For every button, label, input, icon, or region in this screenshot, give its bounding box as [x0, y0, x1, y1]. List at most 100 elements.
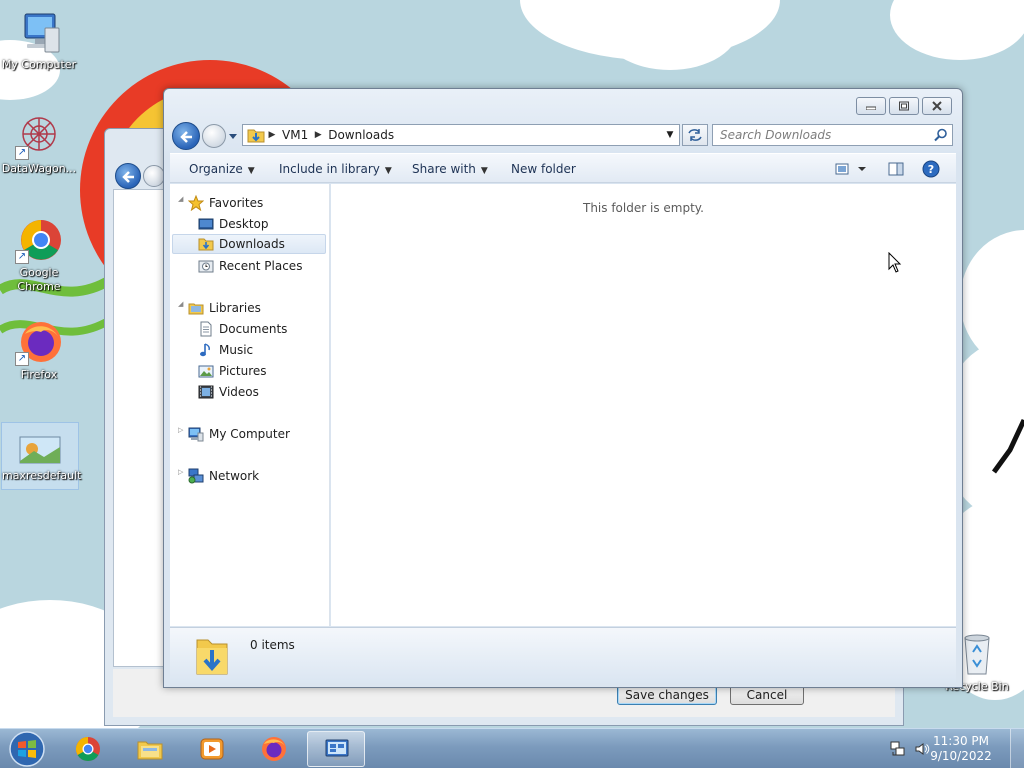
forward-icon[interactable] — [143, 165, 165, 187]
organize-menu[interactable]: Organize ▼ — [189, 154, 255, 184]
nav-pictures[interactable]: Pictures — [198, 361, 326, 381]
datawagon-icon: ↗ — [15, 112, 63, 160]
empty-folder-message: This folder is empty. — [583, 201, 704, 215]
help-button[interactable]: ? — [922, 160, 942, 178]
breadcrumb-separator-icon[interactable]: ▶ — [265, 130, 279, 140]
nav-favorites-label: Favorites — [209, 196, 264, 210]
nav-recent-places[interactable]: Recent Places — [198, 256, 326, 276]
navigation-pane[interactable]: ◢ Favorites Desktop Downloads Recent Pla… — [170, 184, 330, 626]
nav-music[interactable]: Music — [198, 340, 326, 360]
nav-network[interactable]: Network — [188, 466, 344, 486]
show-desktop-button[interactable] — [1010, 729, 1024, 768]
back-button[interactable] — [172, 122, 200, 150]
nav-recent-places-label: Recent Places — [219, 259, 303, 273]
star-icon — [188, 195, 204, 211]
nav-libraries[interactable]: Libraries — [188, 298, 344, 318]
firefox-icon: ↗ — [15, 318, 63, 366]
clock-time: 11:30 PM — [933, 734, 989, 748]
remote-desktop-icon — [325, 739, 349, 760]
file-list-pane[interactable]: This folder is empty. — [331, 184, 956, 626]
back-icon[interactable] — [115, 163, 141, 189]
restore-icon — [899, 101, 909, 111]
new-folder-button[interactable]: New folder — [511, 154, 576, 184]
preview-pane-icon — [888, 162, 904, 176]
shortcut-arrow-icon: ↗ — [15, 352, 29, 366]
desktop-icon-google-chrome[interactable]: ↗ Google Chrome — [0, 216, 78, 294]
system-tray: 11:30 PM 9/10/2022 — [874, 729, 1024, 768]
svg-text:?: ? — [928, 163, 934, 176]
expand-triangle-icon[interactable]: ▷ — [178, 468, 186, 476]
breadcrumb-vm1[interactable]: VM1 — [279, 128, 311, 142]
network-status-icon[interactable] — [890, 741, 906, 757]
shortcut-arrow-icon: ↗ — [15, 146, 29, 160]
chrome-icon: ↗ — [15, 216, 63, 264]
chevron-down-icon[interactable] — [228, 131, 238, 141]
minimize-button[interactable] — [856, 97, 886, 115]
search-icon[interactable] — [934, 128, 948, 142]
nav-favorites[interactable]: Favorites — [188, 193, 344, 213]
videos-icon — [198, 385, 214, 399]
taskbar-firefox-button[interactable] — [245, 731, 303, 767]
libraries-icon — [188, 303, 204, 315]
nav-documents-label: Documents — [219, 322, 288, 336]
desktop-icon-firefox[interactable]: ↗ Firefox — [0, 318, 78, 382]
include-in-library-menu[interactable]: Include in library ▼ — [279, 154, 392, 184]
new-folder-label: New folder — [511, 162, 576, 176]
share-with-label: Share with — [412, 162, 476, 176]
collapse-triangle-icon[interactable]: ◢ — [178, 195, 186, 203]
firefox-icon — [262, 737, 286, 761]
explorer-window[interactable]: ▶ VM1 ▶ Downloads ▼ Organize ▼ Include in… — [163, 88, 963, 688]
desktop-icon-maxresdefault[interactable]: maxresdefault — [1, 422, 82, 490]
save-changes-button[interactable]: Save changes — [617, 685, 717, 705]
desktop: My Computer ↗ DataWagon... ↗ Google Chro… — [0, 0, 1024, 728]
shortcut-arrow-icon: ↗ — [15, 250, 29, 264]
breadcrumb-separator-icon[interactable]: ▶ — [311, 130, 325, 140]
nav-downloads-label: Downloads — [219, 237, 285, 251]
search-box[interactable] — [712, 124, 953, 146]
refresh-button[interactable] — [682, 124, 708, 146]
item-count: 0 items — [250, 638, 295, 652]
search-input[interactable] — [713, 125, 923, 145]
nav-my-computer[interactable]: My Computer — [188, 424, 344, 444]
taskbar-clock[interactable]: 11:30 PM 9/10/2022 — [924, 734, 998, 764]
address-bar[interactable]: ▶ VM1 ▶ Downloads ▼ — [242, 124, 680, 146]
close-button[interactable] — [922, 97, 952, 115]
expand-triangle-icon[interactable]: ▷ — [178, 426, 186, 434]
desktop-icon-label: maxresdefault — [2, 469, 82, 482]
forward-button[interactable] — [202, 124, 226, 148]
taskbar-explorer-button[interactable] — [121, 731, 179, 767]
preview-pane-button[interactable] — [886, 160, 906, 178]
desktop-icon-datawagon[interactable]: ↗ DataWagon... — [0, 112, 78, 176]
restore-button[interactable] — [889, 97, 919, 115]
collapse-triangle-icon[interactable]: ◢ — [178, 300, 186, 308]
image-file-icon — [16, 433, 64, 467]
network-icon — [188, 468, 204, 484]
music-icon — [200, 343, 210, 357]
cancel-button[interactable]: Cancel — [730, 685, 804, 705]
desktop-icon-my-computer[interactable]: My Computer — [0, 8, 78, 72]
documents-icon — [200, 321, 212, 337]
start-button[interactable] — [4, 730, 50, 768]
taskbar-remote-desktop-button[interactable] — [307, 731, 365, 767]
nav-documents[interactable]: Documents — [198, 319, 326, 339]
taskbar-chrome-button[interactable] — [59, 731, 117, 767]
taskbar: 11:30 PM 9/10/2022 — [0, 728, 1024, 768]
recent-places-icon — [198, 260, 214, 273]
media-player-icon — [200, 738, 224, 760]
nav-music-label: Music — [219, 343, 254, 357]
details-pane: 0 items — [170, 627, 956, 683]
share-with-menu[interactable]: Share with ▼ — [412, 154, 488, 184]
wallpaper-cloud — [600, 0, 740, 70]
nav-my-computer-label: My Computer — [209, 427, 290, 441]
nav-desktop[interactable]: Desktop — [198, 214, 326, 234]
address-dropdown-icon[interactable]: ▼ — [661, 125, 679, 145]
desktop-icon-label: Firefox — [20, 368, 58, 381]
nav-downloads[interactable]: Downloads — [172, 234, 326, 254]
breadcrumb-downloads[interactable]: Downloads — [325, 128, 397, 142]
chevron-down-icon: ▼ — [480, 166, 488, 176]
computer-icon — [15, 8, 63, 56]
taskbar-media-player-button[interactable] — [183, 731, 241, 767]
wallpaper-stick — [991, 418, 1024, 474]
nav-videos[interactable]: Videos — [198, 382, 326, 402]
change-view-button[interactable] — [834, 160, 870, 178]
